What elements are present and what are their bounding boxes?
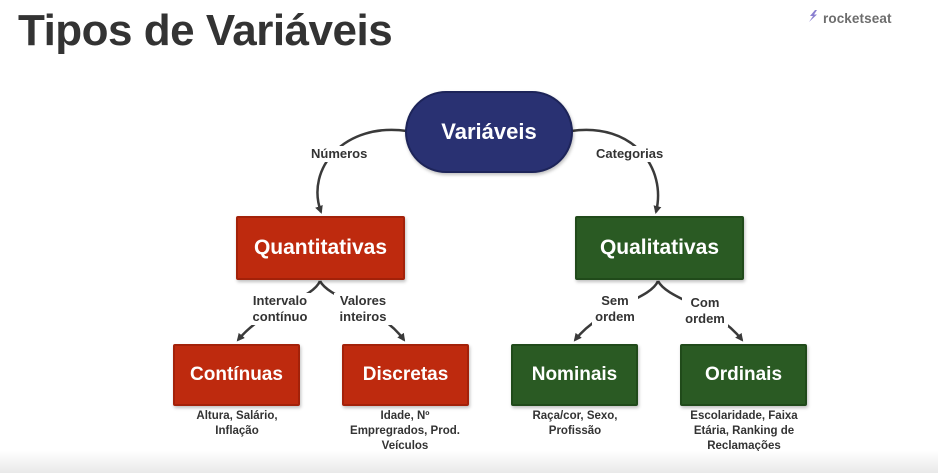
node-quantitativas: Quantitativas (236, 216, 405, 280)
edge-root-qualitativas (570, 128, 662, 214)
examples-nominais: Raça/cor, Sexo, Profissão (532, 410, 618, 437)
bottom-shadow (0, 451, 938, 473)
node-variaveis: Variáveis (405, 91, 573, 173)
edge-label-intervalo-continuo: Intervalo contínuo (244, 293, 316, 325)
edge-label-sem-ordem: Sem ordem (592, 293, 638, 325)
examples-continuas: Altura, Salário, Inflação (196, 410, 278, 437)
node-nominais: Nominais (511, 344, 638, 406)
node-discretas: Discretas (342, 344, 469, 406)
edge-root-quantitativas (315, 128, 408, 214)
edge-label-valores-inteiros: Valores inteiros (334, 293, 392, 325)
edge-label-categorias: Categorias (596, 146, 664, 162)
edge-label-numeros: Números (311, 146, 368, 162)
node-continuas: Contínuas (173, 344, 300, 406)
examples-ordinais: Escolaridade, Faixa Etária, Ranking de R… (690, 410, 798, 452)
node-ordinais: Ordinais (680, 344, 807, 406)
examples-discretas: Idade, Nº Empregrados, Prod. Veículos (350, 410, 460, 452)
node-qualitativas: Qualitativas (575, 216, 744, 280)
edge-label-com-ordem: Com ordem (682, 295, 728, 327)
